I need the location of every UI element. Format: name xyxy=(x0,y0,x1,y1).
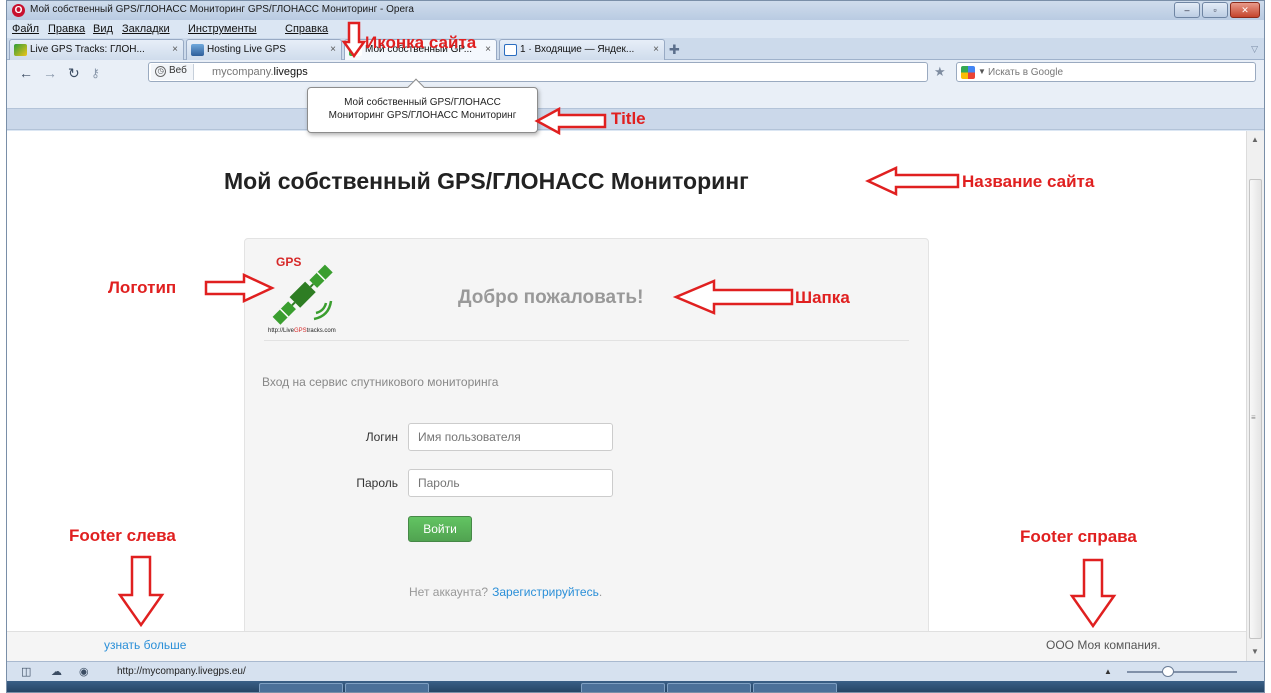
page-content: Мой собственный GPS/ГЛОНАСС Мониторинг G… xyxy=(7,131,1246,661)
arrow-down-icon xyxy=(117,555,165,628)
arrow-left-icon xyxy=(672,279,794,315)
footer-learn-more-link[interactable]: узнать больше xyxy=(104,638,186,652)
tab-label: Live GPS Tracks: ГЛОН... xyxy=(30,44,145,55)
minimize-button[interactable]: – xyxy=(1174,2,1200,18)
chevron-up-icon[interactable]: ▲ xyxy=(1104,667,1112,676)
tab-close-icon[interactable]: × xyxy=(172,44,178,55)
web-badge[interactable]: ◷ Веб xyxy=(151,64,194,80)
maximize-button[interactable]: ▫ xyxy=(1202,2,1228,18)
monitor-favicon-icon xyxy=(191,44,204,56)
annotation-title: Title xyxy=(611,109,646,128)
tab-title-tooltip: Мой собственный GPS/ГЛОНАСС Мониторинг G… xyxy=(307,78,538,133)
tab-label: 1 · Входящие — Яндек... xyxy=(520,44,635,55)
new-tab-plus-icon[interactable]: ✚ xyxy=(669,42,680,58)
tooltip-line-2: Мониторинг GPS/ГЛОНАСС Мониторинг xyxy=(328,110,517,121)
annotation-header: Шапка xyxy=(795,288,850,307)
opera-icon[interactable]: O xyxy=(12,4,25,17)
vertical-scrollbar[interactable]: ▲ ≡ ▼ xyxy=(1246,131,1264,661)
web-badge-label: Веб xyxy=(169,65,187,76)
back-arrow-icon[interactable]: ← xyxy=(19,65,33,81)
url-text[interactable]: mycompany.livegps xyxy=(212,66,308,78)
arrow-right-icon xyxy=(204,273,275,303)
site-title: Мой собственный GPS/ГЛОНАСС Мониторинг xyxy=(224,168,749,194)
scroll-grip-icon: ≡ xyxy=(1251,413,1256,422)
globe-icon: ◷ xyxy=(155,66,166,77)
tab-close-icon[interactable]: × xyxy=(485,44,491,55)
logo-url: http://LiveGPStracks.com xyxy=(268,328,336,334)
cloud-icon[interactable]: ☁ xyxy=(51,665,62,678)
tab-label: Hosting Live GPS xyxy=(207,44,286,55)
navigation-bar: ← → ↻ ⚷ ◷ Веб mycompany.livegps ★ ▼ Иска… xyxy=(7,60,1264,130)
header-divider xyxy=(264,340,909,341)
os-taskbar xyxy=(7,681,1264,692)
menu-bar: Файл Правка Вид Закладки Инструменты Спр… xyxy=(7,20,1264,38)
annotation-site-icon: Иконка сайта xyxy=(365,33,477,52)
login-label: Логин xyxy=(365,430,398,444)
tab-close-icon[interactable]: × xyxy=(330,44,336,55)
close-button[interactable]: ✕ xyxy=(1230,2,1260,18)
url-domain: livegps xyxy=(273,66,308,78)
login-button[interactable]: Войти xyxy=(408,516,472,542)
url-subdomain: mycompany. xyxy=(212,66,274,78)
password-label: Пароль xyxy=(356,476,398,490)
tab-yandex-mail[interactable]: 1 · Входящие — Яндек... × xyxy=(499,39,665,60)
annotation-logo: Логотип xyxy=(108,278,177,297)
panel-toggle-icon[interactable]: ◫ xyxy=(21,665,31,678)
forward-arrow-icon[interactable]: → xyxy=(43,65,57,81)
scroll-up-icon[interactable]: ▲ xyxy=(1251,135,1259,144)
annotation-site-name: Название сайта xyxy=(962,172,1095,191)
arrow-left-icon xyxy=(865,166,960,196)
search-box[interactable]: ▼ Искать в Google xyxy=(956,62,1256,82)
tab-hosting-live-gps[interactable]: Hosting Live GPS × xyxy=(186,39,342,60)
zoom-slider-knob[interactable] xyxy=(1162,666,1174,677)
page-footer: узнать больше ООО Моя компания. xyxy=(7,631,1246,661)
menu-tools[interactable]: Инструменты xyxy=(188,23,257,35)
annotation-footer-right: Footer справа xyxy=(1020,527,1137,546)
tab-list-chevron-icon[interactable]: ▽ xyxy=(1251,44,1258,55)
menu-view[interactable]: Вид xyxy=(93,23,113,35)
satellite-favicon-icon xyxy=(14,44,27,56)
google-icon[interactable] xyxy=(961,66,975,79)
menu-bookmarks[interactable]: Закладки xyxy=(122,23,170,35)
reload-icon[interactable]: ↻ xyxy=(68,65,80,82)
password-input[interactable] xyxy=(408,469,613,497)
tab-live-gps-tracks[interactable]: Live GPS Tracks: ГЛОН... × xyxy=(9,39,184,60)
username-input[interactable] xyxy=(408,423,613,451)
register-link[interactable]: Зарегистрируйтесь xyxy=(492,585,599,599)
arrow-left-icon xyxy=(534,106,607,136)
footer-company-name: ООО Моя компания. xyxy=(1046,638,1161,652)
menu-file[interactable]: Файл xyxy=(12,23,39,35)
tab-close-icon[interactable]: × xyxy=(653,44,659,55)
chevron-down-icon[interactable]: ▼ xyxy=(978,67,986,76)
title-bar: O Мой собственный GPS/ГЛОНАСС Мониторинг… xyxy=(7,1,1264,20)
no-account-text: Нет аккаунта? Зарегистрируйтесь. xyxy=(409,585,603,599)
scroll-down-icon[interactable]: ▼ xyxy=(1251,647,1259,656)
status-url: http://mycompany.livegps.eu/ xyxy=(117,666,246,677)
speed-dial-icon[interactable]: ◉ xyxy=(79,665,89,678)
status-bar: ◫ ☁ ◉ http://mycompany.livegps.eu/ ▲ xyxy=(7,661,1264,681)
arrow-down-icon xyxy=(341,21,367,59)
envelope-favicon-icon xyxy=(504,44,517,56)
tooltip-line-1: Мой собственный GPS/ГЛОНАСС xyxy=(344,97,501,108)
login-subtitle: Вход на сервис спутникового мониторинга xyxy=(262,375,499,389)
zoom-slider[interactable] xyxy=(1127,671,1237,673)
bookmark-star-icon[interactable]: ★ xyxy=(934,64,946,80)
tab-bar: Live GPS Tracks: ГЛОН... × Hosting Live … xyxy=(7,38,1264,60)
logo-gps-text: GPS xyxy=(276,255,302,269)
welcome-header: Добро пожаловать! xyxy=(458,287,644,308)
menu-help[interactable]: Справка xyxy=(285,23,328,35)
scroll-thumb[interactable] xyxy=(1249,179,1262,639)
menu-edit[interactable]: Правка xyxy=(48,23,85,35)
arrow-down-icon xyxy=(1069,558,1117,629)
annotation-footer-left: Footer слева xyxy=(69,526,176,545)
wand-key-icon[interactable]: ⚷ xyxy=(91,66,100,80)
address-bar[interactable]: ◷ Веб mycompany.livegps xyxy=(148,62,928,82)
search-placeholder: Искать в Google xyxy=(988,67,1064,78)
window-title: Мой собственный GPS/ГЛОНАСС Мониторинг G… xyxy=(30,4,414,15)
